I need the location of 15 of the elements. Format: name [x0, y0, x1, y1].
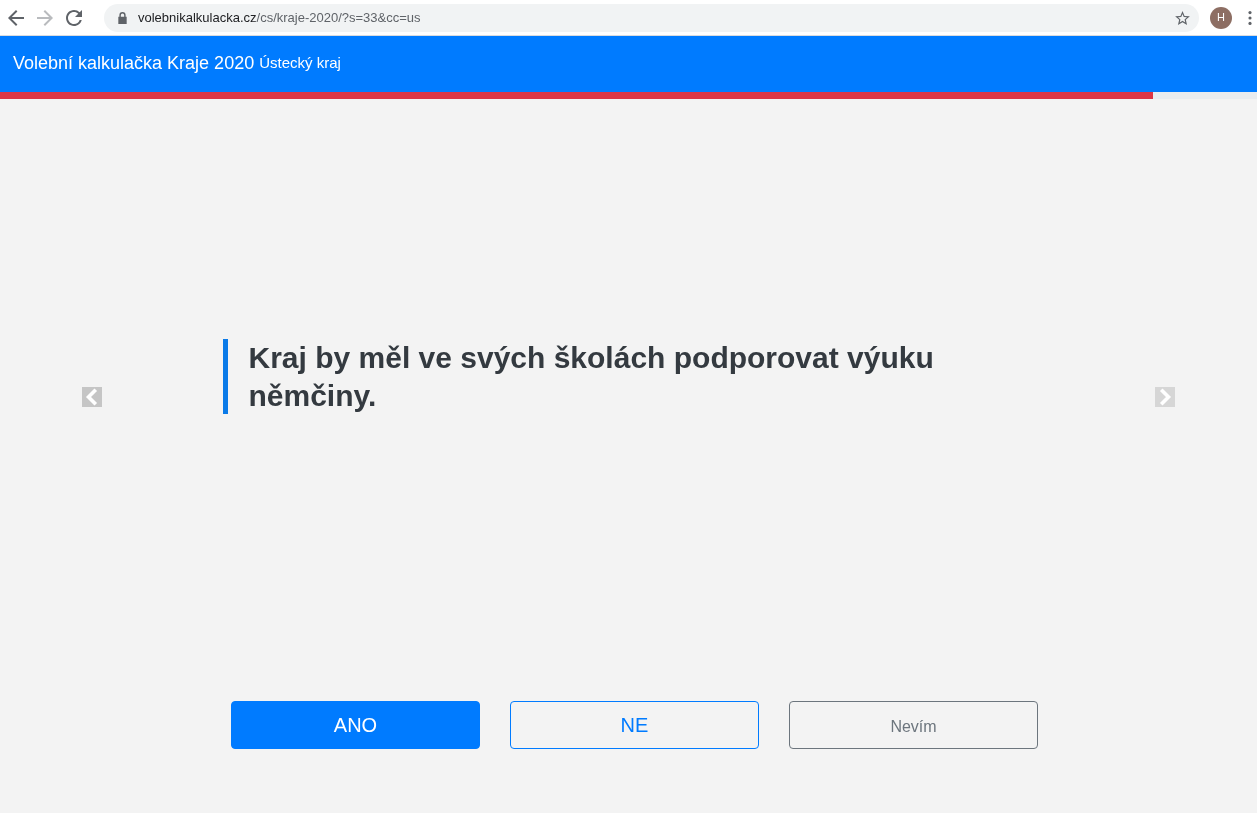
back-arrow-icon[interactable]	[8, 9, 24, 26]
bookmark-star-icon[interactable]	[1175, 10, 1190, 25]
question-text: Kraj by měl ve svých školách podporovat výuku němčiny.	[248, 340, 935, 414]
profile-avatar[interactable]: H	[1210, 6, 1232, 29]
reload-icon[interactable]	[66, 9, 82, 26]
address-bar[interactable]: volebnikalkulacka.cz/cs/kraje-2020/?s=33&cc=us	[104, 3, 1199, 32]
app-title: Volební kalkulačka Kraje 2020	[13, 51, 255, 75]
url-path: /cs/kraje-2020/?s=33&cc=us	[256, 8, 421, 27]
url-host: volebnikalkulacka.cz	[138, 8, 257, 27]
answer-button[interactable]: Nevím	[789, 701, 1038, 749]
answer-button[interactable]: NE	[510, 701, 759, 749]
region-name: Ústecký kraj	[259, 52, 341, 73]
lock-icon	[118, 11, 127, 24]
answer-button[interactable]: ANO	[231, 701, 480, 749]
menu-icon[interactable]	[1248, 10, 1252, 25]
